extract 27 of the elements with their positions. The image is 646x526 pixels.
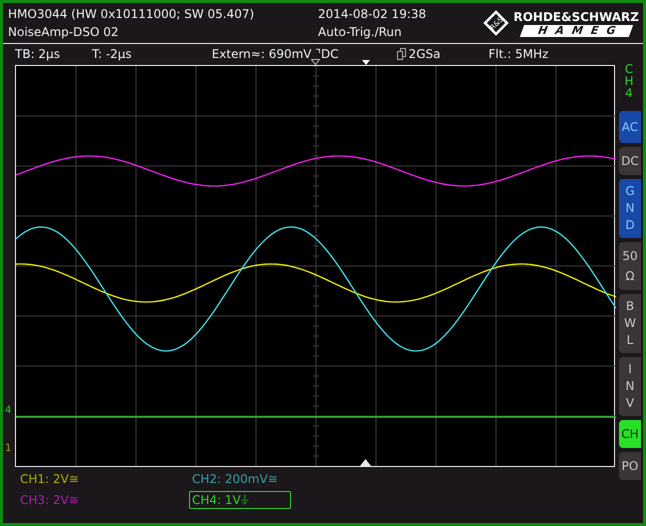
timebase: TB: 2µs <box>15 46 60 60</box>
trigger-setting: Extern≈: 690mV ⌝DC <box>212 46 339 60</box>
trigger-time: T: -2µs <box>92 46 132 60</box>
channel-setting[interactable]: CH1: 2V≅ <box>17 470 82 488</box>
date-time: 2014-08-02 19:38 <box>318 6 428 22</box>
menu-button[interactable]: DC <box>619 147 641 175</box>
trigger-mode: Auto-Trig./Run <box>318 24 403 40</box>
model-name: HMO3044 (HW 0x10111000; SW 05.407) <box>8 6 256 22</box>
menu-button[interactable]: BWL <box>619 294 641 353</box>
menu-title: CH4 <box>623 63 635 99</box>
trigger-level-icon <box>311 59 320 65</box>
channel-setting[interactable]: CH4: 1V⏚ <box>189 491 291 509</box>
filter-setting: Flt.: 5MHz <box>488 46 548 60</box>
acquisition-icon <box>396 48 406 60</box>
setup-name: NoiseAmp-DSO 02 <box>8 24 120 40</box>
channel-setting[interactable]: CH2: 200mV≅ <box>189 470 281 488</box>
channel-marker: 1 <box>5 444 12 454</box>
brand-subtitle: HAMEG <box>519 24 634 36</box>
menu-button[interactable]: AC <box>619 111 641 143</box>
sample-rate: 2GSa <box>408 46 440 60</box>
brand-name: ROHDE&SCHWARZ <box>513 10 639 24</box>
menu-button[interactable]: CH <box>619 420 641 448</box>
channel-marker: 4 <box>5 406 12 416</box>
menu-button[interactable]: 50 Ω <box>619 242 641 290</box>
menu-button[interactable]: INV <box>619 357 641 416</box>
menu-button[interactable]: PO <box>619 452 641 480</box>
menu-button[interactable]: GND <box>619 179 641 238</box>
